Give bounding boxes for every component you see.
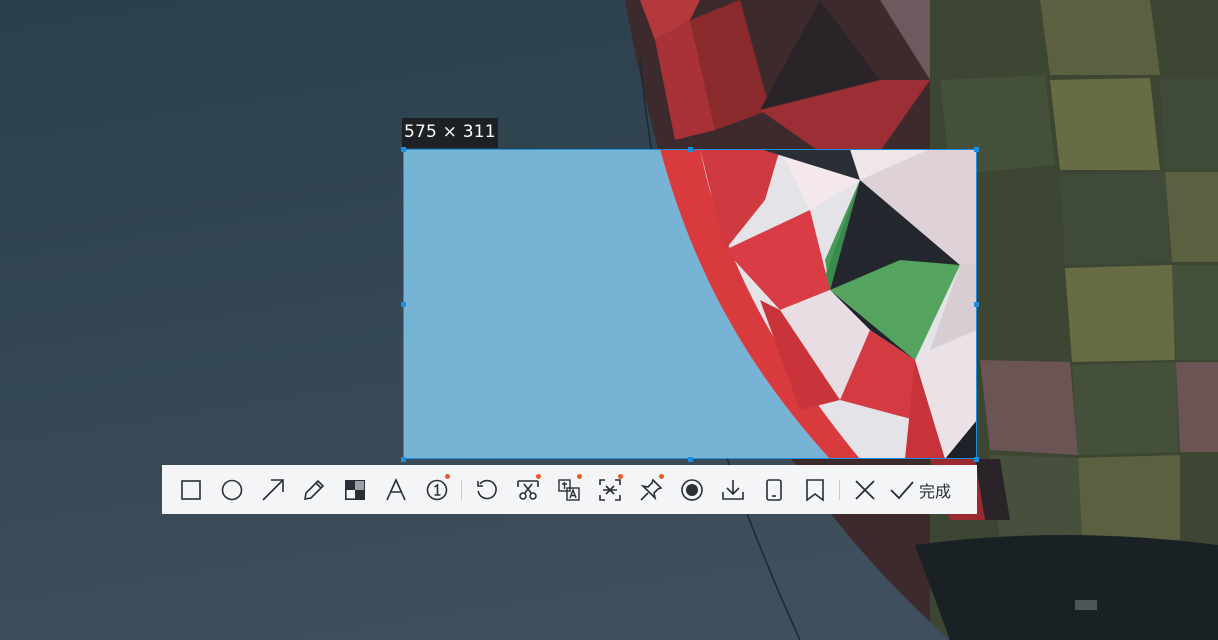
scissors-tool-button[interactable]: [507, 465, 548, 514]
cancel-button[interactable]: [844, 465, 885, 514]
new-badge: [577, 474, 582, 479]
done-label: 完成: [919, 481, 952, 501]
bookmark-icon: [805, 478, 824, 502]
arrow-icon: [261, 478, 284, 501]
arrow-tool-button[interactable]: [252, 465, 293, 514]
translate-icon: [557, 478, 580, 501]
text-tool-button[interactable]: [375, 465, 416, 514]
resize-handle-top-left[interactable]: [401, 147, 406, 152]
toolbar-divider: [461, 479, 462, 500]
pin-icon: [639, 478, 662, 501]
scissors-icon: [516, 479, 539, 500]
record-icon: [680, 478, 703, 501]
translate-tool-button[interactable]: [548, 465, 589, 514]
download-icon: [721, 479, 744, 500]
undo-tool-button[interactable]: [466, 465, 507, 514]
pen-tool-button[interactable]: [293, 465, 334, 514]
number-marker-tool-button[interactable]: [416, 465, 457, 514]
selection-area[interactable]: [403, 149, 977, 459]
new-badge: [659, 474, 664, 479]
resize-handle-top-right[interactable]: [974, 147, 979, 152]
phone-tool-button[interactable]: [753, 465, 794, 514]
toolbar-divider: [839, 479, 840, 500]
undo-icon: [476, 479, 497, 499]
download-tool-button[interactable]: [712, 465, 753, 514]
text-icon: [385, 477, 406, 500]
resize-handle-bottom-right[interactable]: [974, 457, 979, 462]
pin-tool-button[interactable]: [630, 465, 671, 514]
done-button[interactable]: 完成: [885, 465, 957, 514]
new-badge: [618, 474, 623, 479]
resize-handle-bottom[interactable]: [688, 457, 693, 462]
selection-size-label: 575 × 311: [402, 118, 498, 148]
numbered-circle-icon: [426, 479, 447, 500]
circle-icon: [221, 479, 242, 500]
bookmark-tool-button[interactable]: [794, 465, 835, 514]
rectangle-tool-button[interactable]: [170, 465, 211, 514]
text-recognition-icon: [598, 478, 621, 501]
resize-handle-top[interactable]: [688, 147, 693, 152]
pencil-icon: [303, 479, 324, 500]
resize-handle-right[interactable]: [974, 302, 979, 307]
resize-handle-left[interactable]: [401, 302, 406, 307]
new-badge: [445, 474, 450, 479]
ellipse-tool-button[interactable]: [211, 465, 252, 514]
close-icon: [854, 479, 875, 500]
check-icon: [890, 480, 914, 499]
ocr-tool-button[interactable]: [589, 465, 630, 514]
new-badge: [536, 474, 541, 479]
mosaic-icon: [344, 479, 365, 500]
record-tool-button[interactable]: [671, 465, 712, 514]
mosaic-tool-button[interactable]: [334, 465, 375, 514]
phone-icon: [765, 478, 782, 501]
rectangle-icon: [180, 479, 201, 500]
resize-handle-bottom-left[interactable]: [401, 457, 406, 462]
screenshot-toolbar: 完成: [162, 465, 977, 514]
